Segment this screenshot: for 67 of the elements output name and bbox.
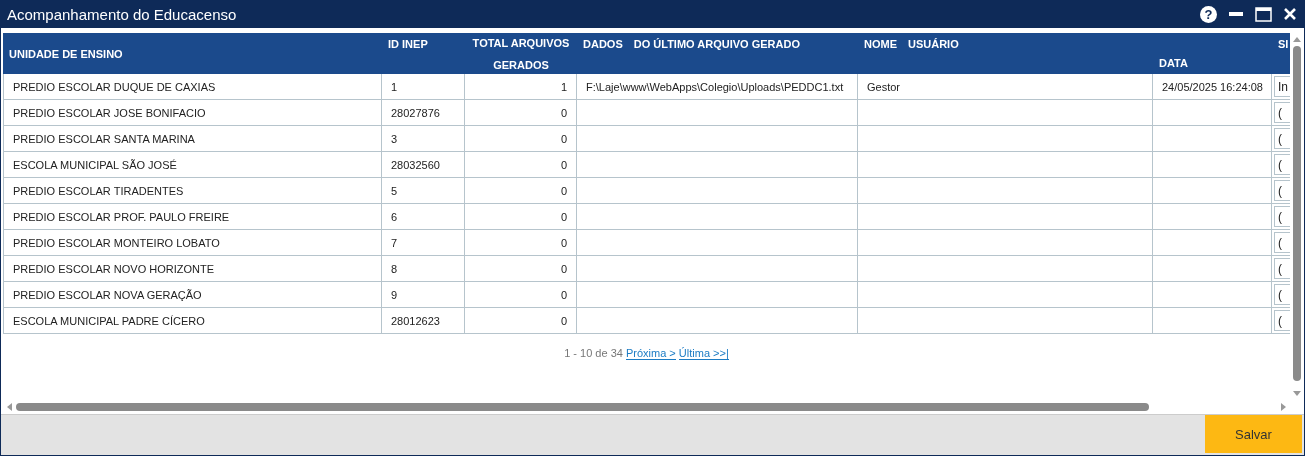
- column-header: DO ÚLTIMO ARQUIVO GERADO: [633, 38, 800, 50]
- column-header: TOTAL ARQUIVOS: [472, 37, 570, 49]
- inep-id-cell: 28012623: [382, 308, 465, 334]
- inep-id-cell: 5: [382, 178, 465, 204]
- status-select[interactable]: (: [1274, 258, 1290, 279]
- inep-id-cell: 28027876: [382, 100, 465, 126]
- status-select[interactable]: (: [1274, 102, 1290, 123]
- status-select[interactable]: (: [1274, 232, 1290, 253]
- inep-id-cell: 28032560: [382, 152, 465, 178]
- user-name-cell: Gestor: [858, 74, 1153, 100]
- file-count-cell: 0: [465, 308, 577, 334]
- status-select[interactable]: (: [1274, 206, 1290, 227]
- school-name-cell: PREDIO ESCOLAR NOVO HORIZONTE: [3, 256, 382, 282]
- school-name-cell: PREDIO ESCOLAR PROF. PAULO FREIRE: [3, 204, 382, 230]
- school-name-cell: PREDIO ESCOLAR TIRADENTES: [3, 178, 382, 204]
- file-count-cell: 0: [465, 178, 577, 204]
- close-icon[interactable]: [1284, 8, 1296, 20]
- maximize-icon[interactable]: [1255, 6, 1272, 22]
- file-count-cell: 0: [465, 282, 577, 308]
- file-count-cell: 0: [465, 204, 577, 230]
- column-header: SI: [1278, 38, 1289, 50]
- inep-id-cell: 7: [382, 230, 465, 256]
- file-count-cell: 0: [465, 256, 577, 282]
- column-header: DATA: [1159, 57, 1188, 69]
- window-title: Acompanhamento do Educacenso: [7, 5, 238, 23]
- inep-id-cell: 9: [382, 282, 465, 308]
- pager-link[interactable]: Próxima >: [625, 347, 676, 360]
- status-select[interactable]: (: [1274, 180, 1290, 201]
- column-header: GERADOS: [493, 59, 549, 71]
- status-select[interactable]: (: [1274, 128, 1290, 149]
- scrollbar-thumb[interactable]: [1293, 46, 1301, 381]
- school-name-cell: PREDIO ESCOLAR DUQUE DE CAXIAS: [3, 74, 382, 100]
- status-select[interactable]: (: [1274, 284, 1290, 305]
- inep-id-cell: 1: [382, 74, 465, 100]
- date-cell: 24/05/2025 16:24:08: [1153, 74, 1272, 100]
- column-header: NOME: [864, 38, 897, 50]
- column-header: USUÁRIO: [908, 38, 959, 50]
- school-name-cell: PREDIO ESCOLAR MONTEIRO LOBATO: [3, 230, 382, 256]
- status-select[interactable]: (: [1274, 154, 1290, 175]
- status-select[interactable]: In: [1274, 76, 1290, 97]
- column-header: DADOS: [583, 38, 623, 50]
- inep-id-cell: 8: [382, 256, 465, 282]
- column-header: ID INEP: [388, 38, 428, 50]
- inep-id-cell: 3: [382, 126, 465, 152]
- school-name-cell: PREDIO ESCOLAR SANTA MARINA: [3, 126, 382, 152]
- file-count-cell: 1: [465, 74, 577, 100]
- file-count-cell: 0: [465, 230, 577, 256]
- inep-id-cell: 6: [382, 204, 465, 230]
- scroll-up-icon[interactable]: [1293, 37, 1301, 42]
- file-path-cell: F:\Laje\www\WebApps\Colegio\Uploads\PEDDC1.txt: [577, 74, 858, 100]
- status-select[interactable]: (: [1274, 310, 1290, 331]
- school-name-cell: PREDIO ESCOLAR JOSE BONIFACIO: [3, 100, 382, 126]
- school-name-cell: ESCOLA MUNICIPAL SÃO JOSÉ: [3, 152, 382, 178]
- help-button[interactable]: ?: [1200, 5, 1217, 23]
- file-count-cell: 0: [465, 126, 577, 152]
- column-header: UNIDADE DE ENSINO: [9, 47, 123, 60]
- page-summary: 1 - 10 de 34: [564, 347, 623, 359]
- school-name-cell: PREDIO ESCOLAR NOVA GERAÇÃO: [3, 282, 382, 308]
- scroll-right-icon[interactable]: [1281, 403, 1286, 411]
- file-count-cell: 0: [465, 152, 577, 178]
- scroll-down-icon[interactable]: [1293, 391, 1301, 396]
- pager-link[interactable]: Última >>|: [678, 347, 729, 360]
- school-name-cell: ESCOLA MUNICIPAL PADRE CÍCERO: [3, 308, 382, 334]
- save-button[interactable]: Salvar: [1205, 415, 1302, 453]
- scroll-left-icon[interactable]: [7, 403, 12, 411]
- scrollbar-thumb[interactable]: [16, 403, 1149, 411]
- file-count-cell: 0: [465, 100, 577, 126]
